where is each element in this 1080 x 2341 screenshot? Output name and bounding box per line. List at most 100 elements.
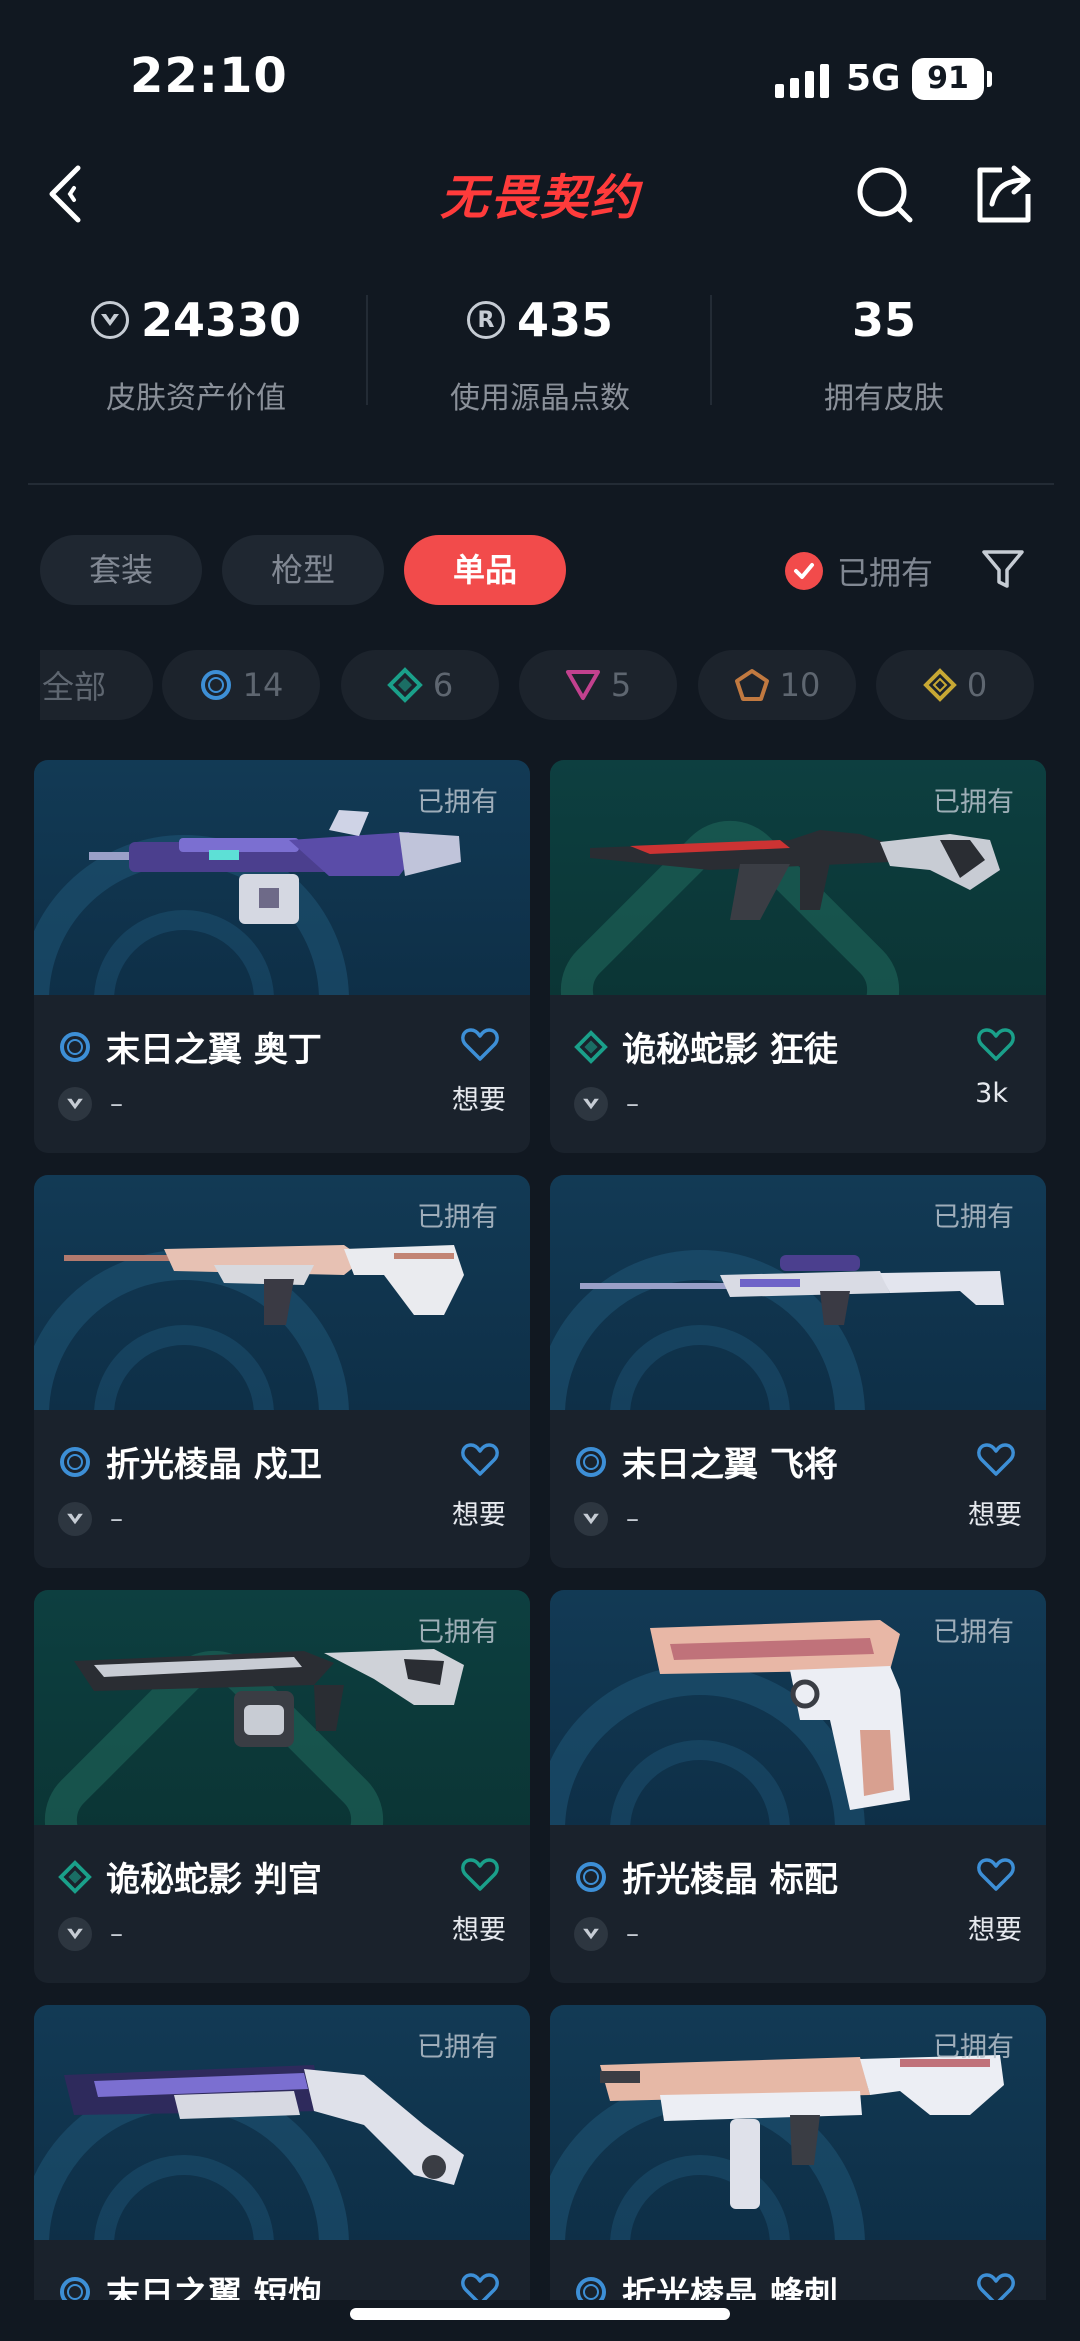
search-button[interactable] xyxy=(850,150,920,230)
deluxe-tier-icon xyxy=(58,1859,92,1894)
vp-coin-icon xyxy=(574,1087,608,1121)
stat-value: 24330 xyxy=(140,293,302,347)
heart-icon[interactable] xyxy=(976,1856,1016,1892)
divider xyxy=(710,295,712,405)
search-icon xyxy=(857,167,913,223)
skin-name: 折光棱晶 标配 xyxy=(574,1852,838,1901)
skin-name-text: 末日之翼 飞将 xyxy=(622,1445,838,1485)
skin-card[interactable]: 已拥有 折光棱晶 标配 – 想要 xyxy=(550,1590,1046,1983)
skin-price: – xyxy=(574,1917,639,1951)
heart-icon[interactable] xyxy=(976,1026,1016,1062)
skin-name: 末日之翼 短炮 xyxy=(58,2267,322,2300)
share-button[interactable] xyxy=(968,150,1038,230)
skin-image: 已拥有 xyxy=(550,1590,1046,1825)
skin-price: – xyxy=(574,1502,639,1536)
price-value: – xyxy=(626,1504,639,1534)
home-indicator[interactable] xyxy=(350,2308,730,2320)
select-tier-icon xyxy=(576,1446,606,1477)
stat-value: 435 xyxy=(516,293,614,347)
price-value: – xyxy=(626,1089,639,1119)
skin-name-text: 末日之翼 奥丁 xyxy=(106,1030,322,1070)
select-tier-icon xyxy=(60,1446,90,1477)
divider xyxy=(28,483,1054,485)
deluxe-tier-icon xyxy=(386,667,423,703)
skin-name: 诡秘蛇影 狂徒 xyxy=(574,1022,838,1071)
stat-owned-skins: 35 拥有皮肤 xyxy=(714,285,1054,417)
skin-image: 已拥有 xyxy=(34,1175,530,1410)
price-value: – xyxy=(110,1919,123,1949)
want-count: 3k xyxy=(975,1078,1008,1109)
weapon-vandal-image xyxy=(590,830,1000,920)
skin-card[interactable]: 已拥有 诡秘蛇影 狂徒 – 3k xyxy=(550,760,1046,1153)
heart-icon[interactable] xyxy=(460,1856,500,1892)
want-count: 想要 xyxy=(452,1915,506,1946)
skin-card[interactable]: 已拥有 折光棱晶 戍卫 – 想要 xyxy=(34,1175,530,1568)
skin-card[interactable]: 已拥有 诡秘蛇影 判官 – 想要 xyxy=(34,1590,530,1983)
skin-name-text: 折光棱晶 蜂刺 xyxy=(622,2275,838,2300)
heart-icon[interactable] xyxy=(976,2271,1016,2300)
stat-label: 皮肤资产价值 xyxy=(106,381,286,416)
weapon-classic-image xyxy=(650,1620,910,1810)
skin-name-text: 折光棱晶 戍卫 xyxy=(106,1445,322,1485)
want-count: 想要 xyxy=(968,1915,1022,1946)
weapon-operator-image xyxy=(580,1255,1004,1325)
vp-coin-icon xyxy=(90,301,129,339)
select-tier-icon xyxy=(576,2276,606,2300)
chip-count: 0 xyxy=(966,666,988,704)
chip-ultra-tier[interactable]: 10 xyxy=(698,650,856,720)
skin-name: 折光棱晶 蜂刺 xyxy=(574,2267,838,2300)
header: 无畏契约 xyxy=(0,140,1080,240)
skin-card[interactable]: 已拥有 末日之翼 奥丁 – 想要 xyxy=(34,760,530,1153)
heart-icon[interactable] xyxy=(460,1441,500,1477)
skin-price: – xyxy=(58,1917,123,1951)
premium-tier-icon xyxy=(565,670,600,700)
skin-name: 诡秘蛇影 判官 xyxy=(58,1852,322,1901)
filter-button[interactable] xyxy=(978,544,1028,594)
vp-coin-icon xyxy=(58,1917,92,1951)
skin-image: 已拥有 xyxy=(34,760,530,995)
weapon-guardian-image xyxy=(64,1245,464,1325)
tab-single-items[interactable]: 单品 xyxy=(404,535,566,605)
heart-icon[interactable] xyxy=(460,2271,500,2300)
skin-name: 折光棱晶 戍卫 xyxy=(58,1437,322,1486)
divider xyxy=(366,295,368,405)
status-time: 22:10 xyxy=(130,48,288,104)
tab-bundles[interactable]: 套装 xyxy=(40,535,202,605)
stat-value: 35 xyxy=(851,293,916,347)
skin-card[interactable]: 已拥有 末日之翼 短炮 xyxy=(34,2005,530,2300)
stat-label: 使用源晶点数 xyxy=(450,381,630,416)
owned-tag: 已拥有 xyxy=(417,1617,498,1648)
owned-tag: 已拥有 xyxy=(417,787,498,818)
weapon-shorty-image xyxy=(64,2065,464,2185)
owned-tag: 已拥有 xyxy=(417,1202,498,1233)
skin-image: 已拥有 xyxy=(550,2005,1046,2240)
skin-image: 已拥有 xyxy=(550,760,1046,995)
chip-all[interactable]: 全部 xyxy=(40,650,153,720)
heart-icon[interactable] xyxy=(976,1441,1016,1477)
battery-level: 91 xyxy=(927,61,969,96)
skin-card[interactable]: 已拥有 折光棱晶 蜂刺 xyxy=(550,2005,1046,2300)
price-value: – xyxy=(110,1504,123,1534)
skin-name-text: 诡秘蛇影 狂徒 xyxy=(622,1030,838,1070)
chip-deluxe-tier[interactable]: 6 xyxy=(341,650,499,720)
exclusive-tier-icon xyxy=(922,668,957,702)
radianite-icon: R xyxy=(466,301,505,339)
stat-label: 拥有皮肤 xyxy=(824,381,944,416)
heart-icon[interactable] xyxy=(460,1026,500,1062)
skin-price: – xyxy=(574,1087,639,1121)
chip-exclusive-tier[interactable]: 0 xyxy=(876,650,1034,720)
owned-filter-label: 已拥有 xyxy=(837,554,934,592)
select-tier-icon xyxy=(60,1031,90,1062)
skin-card[interactable]: 已拥有 末日之翼 飞将 – 想要 xyxy=(550,1175,1046,1568)
vp-coin-icon xyxy=(58,1087,92,1121)
chip-count: 6 xyxy=(432,666,454,704)
chip-count: 5 xyxy=(610,666,632,704)
tab-weapon-types[interactable]: 枪型 xyxy=(222,535,384,605)
skin-price: – xyxy=(58,1502,123,1536)
chip-select-tier[interactable]: 14 xyxy=(162,650,320,720)
chip-premium-tier[interactable]: 5 xyxy=(519,650,677,720)
skin-image: 已拥有 xyxy=(34,2005,530,2240)
funnel-icon xyxy=(982,550,1024,588)
owned-filter-toggle[interactable]: 已拥有 xyxy=(785,548,933,594)
skin-name-text: 折光棱晶 标配 xyxy=(622,1860,838,1900)
